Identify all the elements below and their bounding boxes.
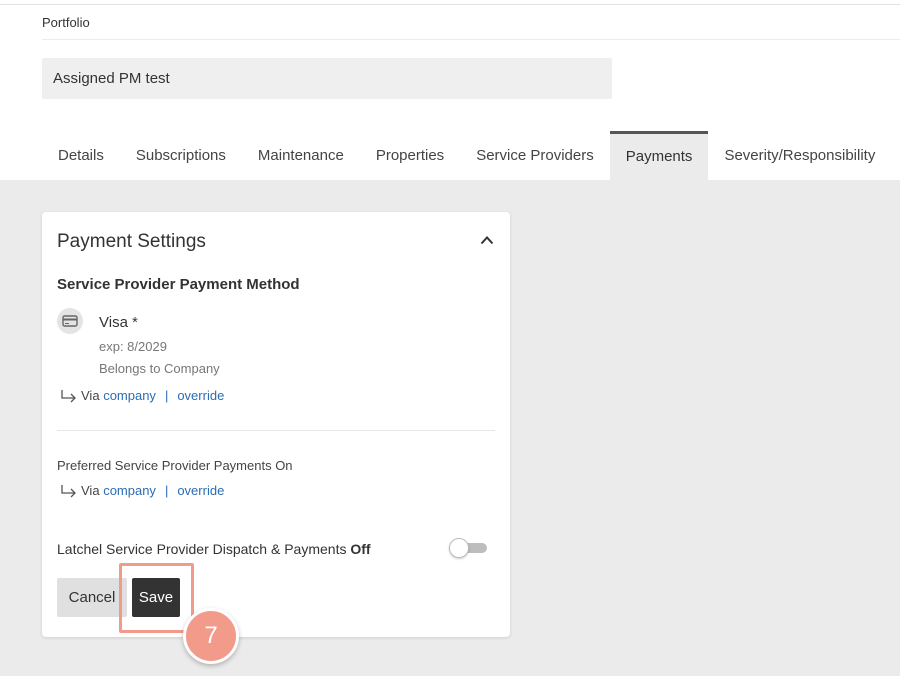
tab-service-providers[interactable]: Service Providers — [460, 131, 610, 180]
header-divider — [42, 39, 900, 40]
top-border — [0, 4, 900, 5]
step-badge: 7 — [183, 608, 239, 664]
tab-bar: Details Subscriptions Maintenance Proper… — [42, 131, 891, 180]
tab-maintenance[interactable]: Maintenance — [242, 131, 360, 180]
toggle-knob — [449, 538, 469, 558]
preferred-payments-label: Preferred Service Provider Payments On — [57, 458, 293, 473]
card-owner: Belongs to Company — [99, 361, 220, 376]
dispatch-payments-label: Latchel Service Provider Dispatch & Paym… — [57, 541, 371, 557]
via-label: Via — [81, 388, 100, 403]
override-link[interactable]: override — [177, 483, 224, 498]
via-company-link[interactable]: company — [103, 388, 156, 403]
via-label: Via — [81, 483, 100, 498]
redacted-card-number — [139, 308, 209, 338]
cancel-button[interactable]: Cancel — [57, 578, 127, 617]
portfolio-label: Portfolio — [42, 15, 90, 30]
override-link[interactable]: override — [177, 388, 224, 403]
credit-card-icon — [57, 308, 83, 334]
return-arrow-icon — [61, 484, 76, 497]
dispatch-toggle[interactable] — [449, 538, 487, 558]
tab-severity-responsibility[interactable]: Severity/Responsibility — [708, 131, 891, 180]
card-title: Payment Settings — [57, 231, 206, 252]
payment-settings-card: Payment Settings Service Provider Paymen… — [42, 212, 510, 637]
tab-subscriptions[interactable]: Subscriptions — [120, 131, 242, 180]
card-brand: Visa * — [99, 314, 138, 331]
separator: | — [164, 388, 169, 403]
card-expiry: exp: 8/2029 — [99, 339, 167, 354]
section-divider — [57, 430, 495, 431]
return-arrow-icon — [61, 389, 76, 402]
dispatch-state: Off — [350, 541, 371, 557]
via-company-link[interactable]: company — [103, 483, 156, 498]
tab-payments[interactable]: Payments — [609, 131, 709, 180]
payment-method-title: Service Provider Payment Method — [57, 276, 300, 293]
preferred-via-row: Via company | override — [60, 483, 224, 498]
separator: | — [164, 483, 169, 498]
tab-properties[interactable]: Properties — [360, 131, 460, 180]
dispatch-label-text: Latchel Service Provider Dispatch & Paym… — [57, 541, 347, 557]
chevron-up-icon[interactable] — [480, 235, 494, 245]
page-header: Portfolio Assigned PM test Details Subsc… — [0, 0, 900, 180]
method-via-row: Via company | override — [60, 388, 224, 403]
save-highlight-box — [119, 563, 194, 633]
tab-details[interactable]: Details — [42, 131, 120, 180]
portfolio-name-field[interactable]: Assigned PM test — [42, 58, 612, 99]
